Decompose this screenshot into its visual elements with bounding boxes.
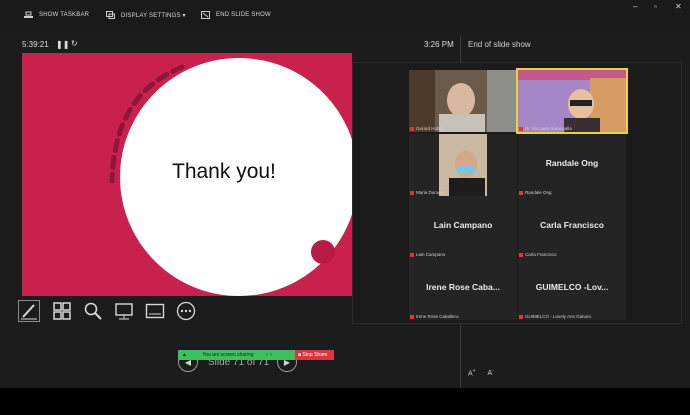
screen-sharing-label: You are screen sharing: [202, 352, 254, 358]
bottom-bar: [0, 388, 690, 415]
muted-mic-icon: [410, 190, 414, 195]
screen-sharing-indicator[interactable]: ▲ You are screen sharing ○ ○: [178, 350, 295, 360]
maximize-button[interactable]: ▫: [654, 2, 657, 11]
zoom-icon[interactable]: [82, 300, 104, 322]
show-taskbar-button[interactable]: SHOW TASKBAR: [24, 9, 89, 21]
slide-title: Thank you!: [172, 160, 276, 183]
participant-name-tag: GUIMELCO - Lovely Ann Gatuen: [519, 314, 591, 319]
muted-mic-icon: [519, 190, 523, 195]
muted-mic-icon: [410, 314, 414, 319]
all-slides-icon[interactable]: [51, 300, 73, 322]
muted-mic-icon: [410, 252, 414, 257]
end-slide-show-label: END SLIDE SHOW: [216, 12, 271, 18]
participant-tile[interactable]: Carla Francisco Carla Francisco: [518, 196, 626, 258]
muted-mic-icon: [519, 252, 523, 257]
elapsed-timer: 5:39:21: [22, 40, 49, 49]
screen-share-bar: ▲ You are screen sharing ○ ○ ■ Stop Shar…: [178, 350, 334, 360]
participant-video: [409, 134, 517, 196]
taskbar-icon: [24, 11, 33, 18]
pen-icon[interactable]: [18, 300, 40, 322]
participant-tile[interactable]: Randale Ong Randale Ong: [518, 134, 626, 196]
more-options-icon[interactable]: [175, 300, 197, 322]
participant-name-tag: Dr. Mozaida Barangalla: [519, 126, 572, 131]
pause-timer-button[interactable]: ❚❚: [56, 40, 69, 49]
stop-share-button[interactable]: ■ Stop Share: [295, 350, 334, 360]
participant-name-tag: Irene Rose Caballero: [410, 314, 459, 319]
participant-tile[interactable]: Maria Dumopt: [409, 134, 517, 196]
participant-tile[interactable]: Irene Rose Caba... Irene Rose Caballero: [409, 258, 517, 320]
font-size-controls: A+ A-: [468, 368, 494, 378]
participant-tile[interactable]: Lain Campano Lain Campano: [409, 196, 517, 258]
display-settings-button[interactable]: DISPLAY SETTINGS ▾: [106, 9, 186, 21]
muted-mic-icon: [519, 126, 523, 131]
participant-name-tag: Carla Francisco: [519, 252, 557, 257]
participant-name: Carla Francisco: [540, 220, 604, 230]
participant-video: [518, 70, 626, 132]
presenter-toolbar: SHOW TASKBAR DISPLAY SETTINGS ▾ END SLID…: [0, 0, 690, 32]
stop-share-label: Stop Share: [302, 352, 328, 358]
slide-dot: [311, 240, 335, 264]
participant-name: Irene Rose Caba...: [426, 282, 500, 292]
participant-name-tag: Maria Dumopt: [410, 190, 444, 195]
subtitles-icon[interactable]: [144, 300, 166, 322]
close-button[interactable]: ✕: [675, 2, 682, 11]
display-icon: [106, 11, 115, 19]
muted-mic-icon: [410, 126, 414, 131]
participant-name-tag: Gerard Hubal: [410, 126, 443, 131]
display-settings-label: DISPLAY SETTINGS ▾: [121, 12, 186, 19]
current-slide[interactable]: Thank you!: [22, 53, 352, 296]
participant-tile[interactable]: Gerard Hubal: [409, 70, 517, 132]
minimize-button[interactable]: –: [633, 2, 637, 11]
end-slide-show-button[interactable]: END SLIDE SHOW: [201, 9, 271, 21]
pointer-screen-icon[interactable]: [113, 300, 135, 322]
next-slide-label: End of slide show: [468, 40, 531, 49]
participant-name-tag: Randale Ong: [519, 190, 552, 195]
muted-mic-icon: [519, 314, 523, 319]
participant-name: Randale Ong: [545, 158, 599, 168]
share-shield-icon: ▲: [182, 352, 187, 358]
zoom-gallery: Gerard Hubal Dr. Mozaida Barangalla Mari…: [352, 62, 682, 324]
current-time: 3:26 PM: [424, 40, 454, 49]
show-taskbar-label: SHOW TASKBAR: [39, 12, 90, 18]
reset-timer-button[interactable]: ↻: [71, 39, 78, 48]
participant-name-tag: Lain Campano: [410, 252, 445, 257]
end-show-icon: [201, 11, 210, 19]
participant-name: GUIMELCO -Lov...: [535, 282, 609, 292]
participant-tile[interactable]: Dr. Mozaida Barangalla: [516, 68, 628, 134]
share-pause-icon[interactable]: ○ ○: [265, 352, 272, 358]
participant-tile[interactable]: GUIMELCO -Lov... GUIMELCO - Lovely Ann G…: [518, 258, 626, 320]
participant-name: Lain Campano: [433, 220, 493, 230]
participant-video: [409, 70, 517, 132]
